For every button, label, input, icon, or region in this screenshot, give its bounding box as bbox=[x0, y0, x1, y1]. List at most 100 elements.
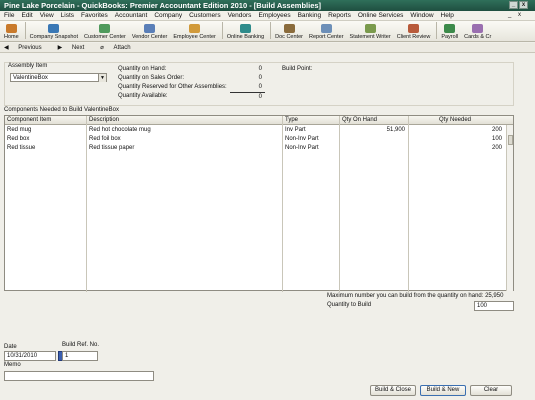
row2-item[interactable]: Red box bbox=[5, 135, 29, 143]
row1-onhand: 51,900 bbox=[386, 127, 405, 133]
toolbar-employee-center[interactable]: Employee Center bbox=[171, 24, 218, 41]
menu-help[interactable]: Help bbox=[441, 12, 454, 19]
menu-bar: File Edit View Lists Favorites Accountan… bbox=[0, 11, 535, 21]
row3-item[interactable]: Red tissue bbox=[5, 144, 35, 152]
row1-needed: 200 bbox=[491, 127, 502, 133]
build-close-button[interactable]: Build & Close bbox=[370, 385, 416, 396]
qty-to-build-input[interactable]: 100 bbox=[474, 301, 514, 311]
toolbar-separator bbox=[221, 22, 223, 39]
memo-label: Memo bbox=[4, 362, 21, 368]
date-input[interactable]: 10/31/2010 bbox=[4, 351, 56, 361]
max-build-text: Maximum number you can build from the qu… bbox=[327, 293, 504, 299]
row1-description: Red hot chocolate mug bbox=[89, 127, 151, 133]
assembly-item-value: ValentineBox bbox=[13, 75, 48, 81]
col-description[interactable]: Description bbox=[87, 116, 119, 125]
toolbar-separator bbox=[24, 22, 26, 39]
report-icon bbox=[320, 24, 332, 33]
toolbar-cards[interactable]: Cards & Cr bbox=[462, 24, 493, 41]
toolbar-company-snapshot[interactable]: Company Snapshot bbox=[28, 24, 80, 41]
toolbar-customer-center[interactable]: Customer Center bbox=[82, 24, 128, 41]
assembly-item-label: Assembly Item bbox=[8, 63, 48, 69]
vendor-icon bbox=[144, 24, 156, 33]
column-divider bbox=[339, 116, 340, 292]
toolbar-vendor-center[interactable]: Vendor Center bbox=[130, 24, 169, 41]
minimize-button[interactable]: _ bbox=[509, 1, 518, 9]
menu-banking[interactable]: Banking bbox=[298, 12, 322, 19]
menu-view[interactable]: View bbox=[40, 12, 54, 19]
menu-edit[interactable]: Edit bbox=[21, 12, 32, 19]
table-header: Component Item Description Type Qty On H… bbox=[5, 116, 513, 125]
row3-needed: 200 bbox=[491, 145, 502, 151]
toolbar-doc-center[interactable]: Doc Center bbox=[273, 24, 305, 41]
menu-lists[interactable]: Lists bbox=[61, 12, 74, 19]
toolbar-separator bbox=[270, 22, 272, 39]
components-table: Component Item Description Type Qty On H… bbox=[4, 115, 514, 292]
cards-icon bbox=[472, 24, 484, 33]
toolbar-home[interactable]: Home bbox=[2, 24, 21, 41]
home-icon bbox=[5, 24, 17, 33]
components-label: Components Needed to Build ValentineBox bbox=[4, 107, 119, 113]
qty-on-hand-label: Quantity on Hand: bbox=[118, 66, 167, 72]
menu-customers[interactable]: Customers bbox=[189, 12, 220, 19]
build-point-label: Build Point: bbox=[282, 66, 313, 72]
form-navigation-bar: ◀ Previous ▶ Next ⌀ Attach bbox=[0, 43, 535, 53]
icon-toolbar: Home Company Snapshot Customer Center Ve… bbox=[0, 21, 535, 42]
qty-on-hand-value: 0 bbox=[258, 66, 262, 72]
arrow-left-icon: ◀ bbox=[4, 45, 11, 51]
menu-vendors[interactable]: Vendors bbox=[228, 12, 252, 19]
window-title-bar: Pine Lake Porcelain - QuickBooks: Premie… bbox=[0, 0, 535, 11]
arrow-right-icon: ▶ bbox=[57, 45, 64, 51]
toolbar-client-review[interactable]: Client Review bbox=[395, 24, 433, 41]
close-window-button[interactable]: x bbox=[519, 1, 528, 9]
toolbar-report-center[interactable]: Report Center bbox=[307, 24, 346, 41]
qty-to-build-label: Quantity to Build bbox=[327, 302, 372, 308]
paperclip-icon: ⌀ bbox=[100, 45, 106, 51]
col-component-item[interactable]: Component Item bbox=[5, 116, 51, 125]
row3-type: Non-Inv Part bbox=[285, 145, 319, 151]
sum-divider bbox=[230, 92, 265, 93]
menu-online-services[interactable]: Online Services bbox=[358, 12, 404, 19]
table-scrollbar[interactable] bbox=[506, 125, 513, 291]
document-icon bbox=[283, 24, 295, 33]
menu-employees[interactable]: Employees bbox=[258, 12, 290, 19]
qty-reserved-label: Quantity Reserved for Other Assemblies: bbox=[118, 84, 227, 90]
memo-input[interactable] bbox=[4, 371, 154, 381]
toolbar-payroll[interactable]: Payroll bbox=[439, 24, 460, 41]
next-button[interactable]: ▶ Next bbox=[58, 44, 93, 51]
menu-window[interactable]: Window bbox=[410, 12, 433, 19]
date-label: Date bbox=[4, 344, 17, 350]
assembly-item-select[interactable]: ValentineBox ▼ bbox=[10, 73, 107, 82]
child-close-button[interactable]: x bbox=[518, 12, 521, 18]
child-minimize-button[interactable]: _ bbox=[508, 12, 511, 18]
toolbar-online-banking[interactable]: Online Banking bbox=[225, 24, 266, 41]
build-ref-input[interactable]: 1 bbox=[62, 351, 98, 361]
row2-description: Red foil box bbox=[89, 136, 121, 142]
menu-file[interactable]: File bbox=[4, 12, 14, 19]
toolbar-separator bbox=[436, 22, 438, 39]
bank-icon bbox=[240, 24, 251, 33]
col-qty-needed[interactable]: Qty Needed bbox=[437, 116, 471, 125]
col-type[interactable]: Type bbox=[283, 116, 298, 125]
menu-accountant[interactable]: Accountant bbox=[115, 12, 148, 19]
scrollbar-thumb[interactable] bbox=[508, 135, 513, 145]
attach-button[interactable]: ⌀ Attach bbox=[100, 44, 138, 51]
build-ref-label: Build Ref. No. bbox=[62, 342, 100, 348]
menu-company[interactable]: Company bbox=[154, 12, 182, 19]
employee-icon bbox=[189, 24, 201, 33]
toolbar-statement-writer[interactable]: Statement Writer bbox=[348, 24, 393, 41]
previous-button[interactable]: ◀ Previous bbox=[4, 44, 50, 51]
clear-button[interactable]: Clear bbox=[470, 385, 512, 396]
row3-description: Red tissue paper bbox=[89, 145, 135, 151]
chevron-down-icon[interactable]: ▼ bbox=[98, 74, 106, 82]
row1-item[interactable]: Red mug bbox=[5, 126, 31, 134]
menu-favorites[interactable]: Favorites bbox=[81, 12, 108, 19]
qty-reserved-value: 0 bbox=[258, 84, 262, 90]
qty-on-sales-value: 0 bbox=[258, 75, 262, 81]
menu-reports[interactable]: Reports bbox=[328, 12, 351, 19]
col-qty-on-hand[interactable]: Qty On Hand bbox=[340, 116, 377, 125]
qty-on-sales-label: Quantity on Sales Order: bbox=[118, 75, 185, 81]
row2-type: Non-Inv Part bbox=[285, 136, 319, 142]
statement-icon bbox=[364, 24, 376, 33]
customer-icon bbox=[99, 24, 111, 33]
build-new-button[interactable]: Build & New bbox=[420, 385, 466, 396]
